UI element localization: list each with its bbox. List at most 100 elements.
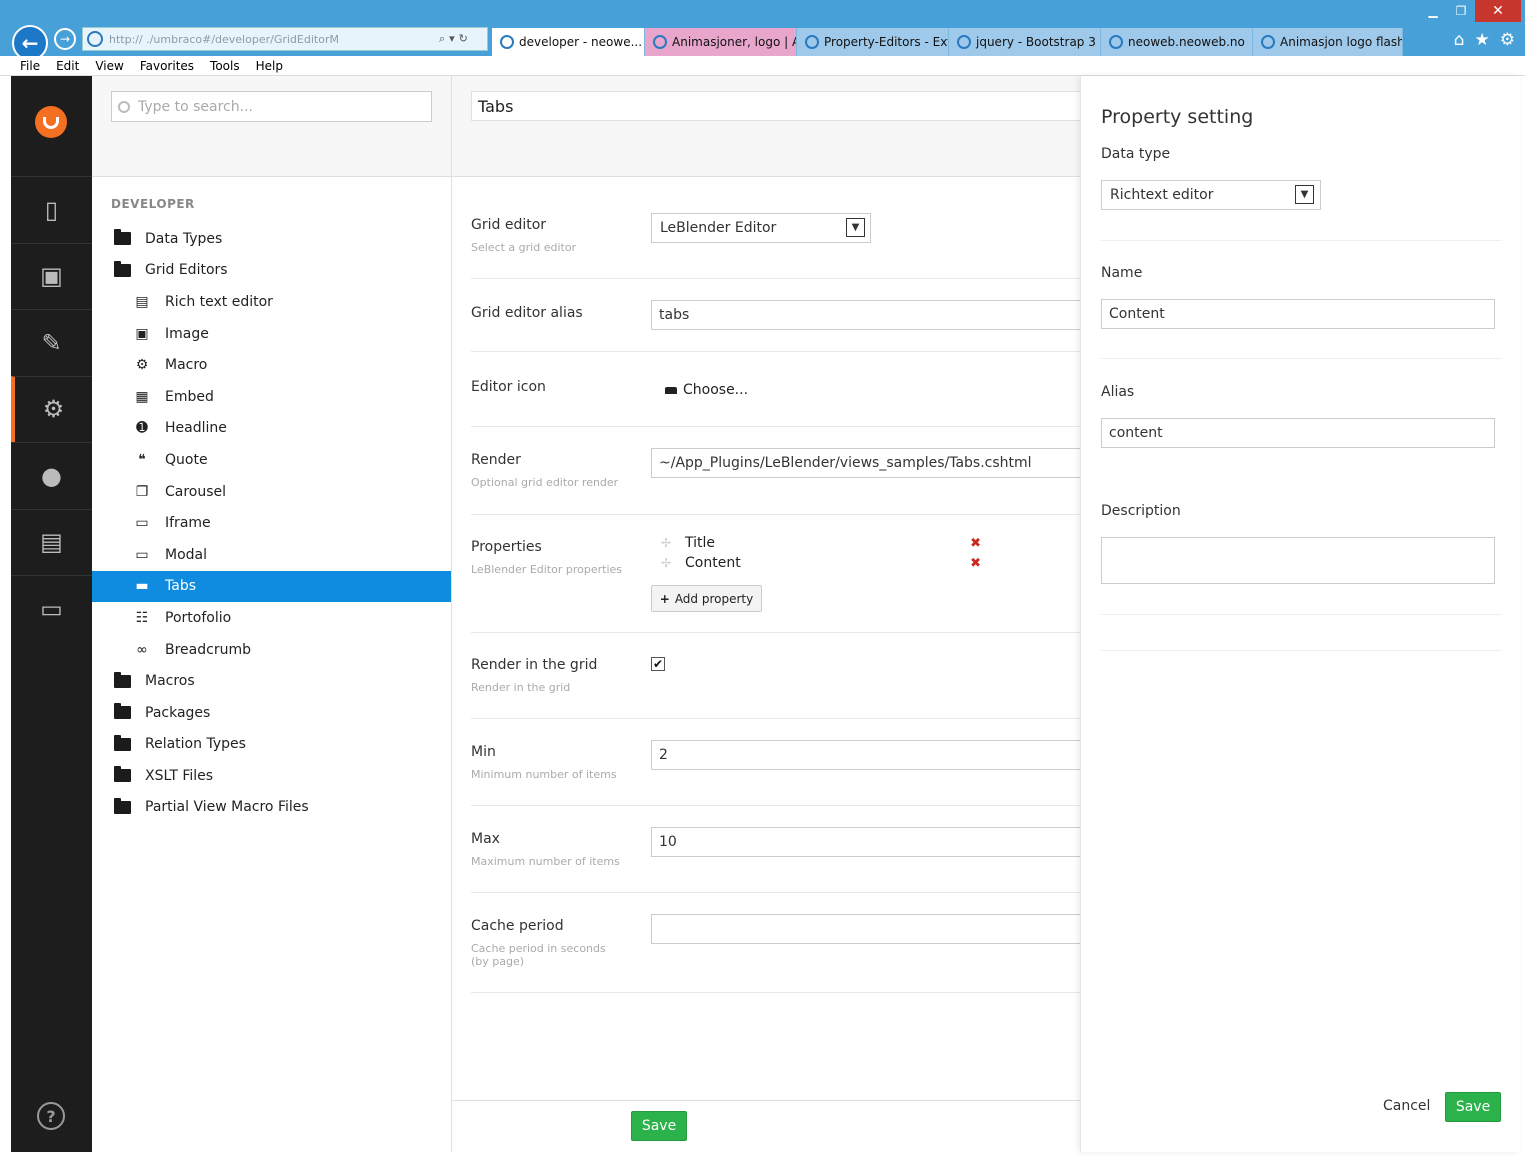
tree-node-grid-editors[interactable]: Grid Editors xyxy=(92,255,451,287)
members-icon[interactable]: ▤ xyxy=(11,508,92,575)
drag-handle-icon[interactable]: ✢ xyxy=(661,536,685,550)
address-bar[interactable]: http:// ./umbraco#/developer/GridEditorM… xyxy=(82,27,488,51)
property-item-label[interactable]: Title xyxy=(685,535,715,551)
forward-button[interactable]: → xyxy=(54,28,76,50)
description-textarea[interactable] xyxy=(1101,537,1495,584)
max-desc: Maximum number of items xyxy=(471,855,620,868)
property-item[interactable]: ✢ Content ✖ xyxy=(661,553,981,573)
link-icon: ∞ xyxy=(136,641,148,658)
tree-node-iframe[interactable]: ▭ Iframe xyxy=(92,507,451,539)
menu-item-help[interactable]: Help xyxy=(256,59,283,73)
alias-input[interactable]: tabs xyxy=(651,300,1081,330)
alias-input[interactable]: content xyxy=(1101,418,1495,448)
render-input[interactable]: ~/App_Plugins/LeBlender/views_samples/Ta… xyxy=(651,448,1081,478)
delete-icon[interactable]: ✖ xyxy=(970,536,981,551)
cancel-button[interactable]: Cancel xyxy=(1383,1098,1430,1114)
render-in-grid-desc: Render in the grid xyxy=(471,681,571,694)
help-icon[interactable]: ? xyxy=(37,1102,65,1130)
umbraco-app: ? ▯ ▣ ✎ ⚙ ● ▤ ▭ Type to search... DEVELOPER Da… xyxy=(11,76,1520,1152)
choose-icon-link[interactable]: Choose... xyxy=(665,382,748,398)
tree-node-quote[interactable]: ❝ Quote xyxy=(92,444,451,476)
tree-node-carousel[interactable]: ❐ Carousel xyxy=(92,476,451,508)
data-type-select[interactable]: Richtext editor ▼ xyxy=(1101,180,1321,210)
home-icon[interactable]: ⌂ xyxy=(1454,30,1465,50)
search-placeholder: Type to search... xyxy=(138,98,253,115)
properties-label: Properties xyxy=(471,539,542,555)
tree-node-label: Image xyxy=(165,325,209,342)
umbraco-logo[interactable] xyxy=(35,106,67,138)
menu-item-file[interactable]: File xyxy=(20,59,40,73)
grid-editor-desc: Select a grid editor xyxy=(471,241,577,254)
min-input[interactable]: 2 xyxy=(651,740,1081,770)
cache-period-input[interactable] xyxy=(651,914,1081,944)
menu-item-tools[interactable]: Tools xyxy=(210,59,240,73)
browser-tabs: developer - neowe...✕ Animasjoner, logo |… xyxy=(492,28,1403,56)
tree-node-portofolio[interactable]: ☷ Portofolio xyxy=(92,602,451,634)
browser-tab[interactable]: Animasjon logo flash ... xyxy=(1253,28,1403,56)
settings-wrench-icon[interactable]: ✎ xyxy=(11,309,92,375)
tree-node-macros[interactable]: Macros xyxy=(92,665,451,697)
menu-item-favorites[interactable]: Favorites xyxy=(140,59,194,73)
menu-item-view[interactable]: View xyxy=(95,59,123,73)
tree-node-partial-view-macro-files[interactable]: Partial View Macro Files xyxy=(92,792,451,824)
address-tools-icon[interactable]: ⌕▾↻ xyxy=(439,32,487,46)
page-icon xyxy=(653,35,667,49)
tree-node-packages[interactable]: Packages xyxy=(92,697,451,729)
browser-tab[interactable]: neoweb.neoweb.no xyxy=(1101,28,1253,56)
grid-editor-value: LeBlender Editor xyxy=(660,220,777,236)
render-in-grid-checkbox[interactable]: ✔ xyxy=(651,657,665,671)
save-button[interactable]: Save xyxy=(631,1111,687,1141)
chevron-down-icon[interactable]: ▼ xyxy=(1295,185,1314,204)
forms-icon[interactable]: ▭ xyxy=(11,575,92,641)
property-item-label[interactable]: Content xyxy=(685,555,741,571)
image-icon: ▣ xyxy=(135,325,149,342)
tree-node-xslt-files[interactable]: XSLT Files xyxy=(92,760,451,792)
property-setting-dialog: Property setting Data type Richtext edit… xyxy=(1080,76,1520,1152)
tree-node-macro[interactable]: ⚙ Macro xyxy=(92,349,451,381)
tree-node-label: Partial View Macro Files xyxy=(145,799,309,816)
tree-node-headline[interactable]: ➊ Headline xyxy=(92,413,451,445)
browser-tab[interactable]: Animasjoner, logo | A... xyxy=(645,28,797,56)
tabs-icon: ▬ xyxy=(135,578,149,595)
add-property-button[interactable]: + Add property xyxy=(651,585,762,612)
tree-node-modal[interactable]: ▭ Modal xyxy=(92,539,451,571)
tree-node-label: Iframe xyxy=(165,515,211,532)
users-icon[interactable]: ● xyxy=(11,442,92,508)
close-window-button[interactable]: ✕ xyxy=(1475,0,1521,22)
chevron-down-icon[interactable]: ▼ xyxy=(846,218,865,237)
min-desc: Minimum number of items xyxy=(471,768,617,781)
description-label: Description xyxy=(1101,503,1181,519)
maximize-button[interactable]: ❐ xyxy=(1447,0,1475,22)
tree-node-breadcrumb[interactable]: ∞ Breadcrumb xyxy=(92,634,451,666)
browser-tab[interactable]: Property-Editors - Ext... xyxy=(797,28,949,56)
tree-node-data-types[interactable]: Data Types xyxy=(92,223,451,255)
grid-editor-select[interactable]: LeBlender Editor ▼ xyxy=(651,213,871,243)
max-input[interactable]: 10 xyxy=(651,827,1081,857)
drag-handle-icon[interactable]: ✢ xyxy=(661,556,685,570)
tree-node-image[interactable]: ▣ Image xyxy=(92,318,451,350)
tree-node-tabs[interactable]: ▬ Tabs xyxy=(92,570,451,603)
property-item[interactable]: ✢ Title ✖ xyxy=(661,533,981,553)
page-icon xyxy=(805,35,819,49)
page-icon xyxy=(1261,35,1275,49)
favorites-star-icon[interactable]: ★ xyxy=(1475,30,1490,50)
editor-name-input[interactable]: Tabs xyxy=(471,91,1091,121)
tree-node-rich-text-editor[interactable]: ▤ Rich text editor xyxy=(92,286,451,318)
properties-row: Properties LeBlender Editor properties +… xyxy=(471,515,1080,633)
media-icon[interactable]: ▣ xyxy=(11,242,92,309)
page-icon xyxy=(500,35,514,49)
content-icon[interactable]: ▯ xyxy=(11,176,92,242)
name-input[interactable]: Content xyxy=(1101,299,1495,329)
delete-icon[interactable]: ✖ xyxy=(970,556,981,571)
minimize-button[interactable]: ▁ xyxy=(1419,0,1447,22)
browser-tab[interactable]: jquery - Bootstrap 3 a... xyxy=(949,28,1101,56)
menu-item-edit[interactable]: Edit xyxy=(56,59,79,73)
browser-tab[interactable]: developer - neowe...✕ xyxy=(492,28,645,56)
developer-gear-icon[interactable]: ⚙ xyxy=(11,375,92,442)
tree-node-relation-types[interactable]: Relation Types xyxy=(92,729,451,761)
settings-gear-icon[interactable]: ⚙ xyxy=(1500,30,1515,50)
dialog-save-button[interactable]: Save xyxy=(1445,1092,1501,1122)
tree-search-input[interactable]: Type to search... xyxy=(111,91,432,122)
tree-node-embed[interactable]: ▦ Embed xyxy=(92,381,451,413)
address-text[interactable]: http:// ./umbraco#/developer/GridEditorM xyxy=(109,33,439,46)
